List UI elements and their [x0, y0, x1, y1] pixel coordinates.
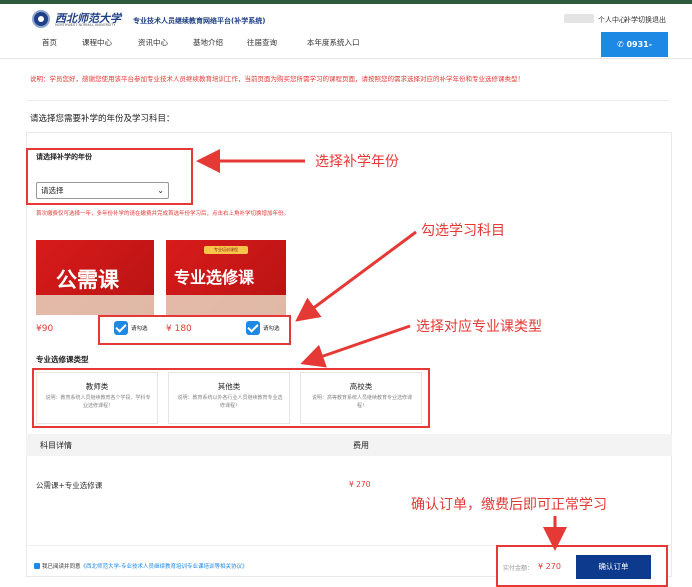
- arrow-type: [300, 324, 411, 368]
- arrow-subject: [295, 230, 417, 322]
- annotation-arrows: [196, 149, 567, 551]
